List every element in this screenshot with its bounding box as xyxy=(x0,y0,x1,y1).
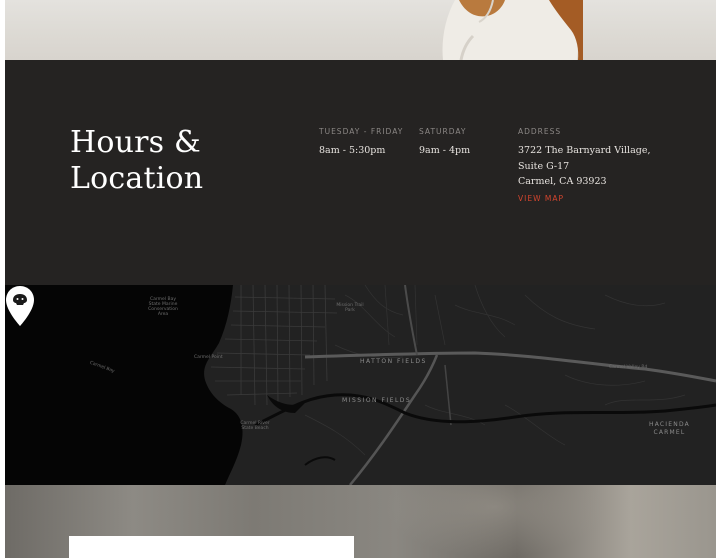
saturday-hours-heading: Saturday xyxy=(419,127,467,136)
address-line-1: 3722 The Barnyard Village, xyxy=(518,145,651,156)
title-line-1: Hours & xyxy=(70,125,201,160)
map-label-hacienda-carmel: Hacienda Carmel xyxy=(649,421,690,437)
hours-location-title: Hours & Location xyxy=(70,125,290,197)
page-frame: Hours & Location Tuesday - Friday 8am - … xyxy=(5,0,716,558)
view-map-link[interactable]: View Map xyxy=(518,194,564,203)
photo-blur-highlight xyxy=(385,485,605,558)
weekday-hours-value: 8am - 5:30pm xyxy=(319,145,386,156)
hero-photo xyxy=(5,0,716,60)
map-pin-icon[interactable] xyxy=(5,285,35,327)
saturday-hours-value: 9am - 4pm xyxy=(419,145,471,156)
map-label-carmel-river-beach: Carmel River State Beach xyxy=(240,421,270,431)
address-heading: Address xyxy=(518,127,562,136)
map-canvas xyxy=(5,285,716,485)
map-label-carmel-valley-rd: Carmel Valley Rd xyxy=(609,365,648,370)
map-label-carmel-bay-conservation: Carmel Bay State Marine Conservation Are… xyxy=(148,297,178,317)
address-line-2: Suite G-17 xyxy=(518,160,570,172)
title-line-2: Location xyxy=(70,161,204,196)
map-label-mission-trail: Mission Trail Park xyxy=(336,303,364,313)
map-label-hatton-fields: Hatton Fields xyxy=(360,358,427,365)
map-label-mission-fields: Mission Fields xyxy=(342,397,412,404)
address-block: 3722 The Barnyard Village, Suite G-17 Ca… xyxy=(518,143,650,190)
address-line-3: Carmel, CA 93923 xyxy=(518,176,607,187)
dog-photo xyxy=(442,0,583,60)
hacienda-line-1: Hacienda xyxy=(649,421,690,428)
content-card xyxy=(69,536,354,558)
location-map[interactable]: Hatton Fields Mission Fields Hacienda Ca… xyxy=(5,285,716,485)
hacienda-line-2: Carmel xyxy=(653,429,686,436)
hours-location-section: Hours & Location Tuesday - Friday 8am - … xyxy=(5,60,716,285)
weekday-hours-heading: Tuesday - Friday xyxy=(319,127,404,136)
bottom-photo xyxy=(5,485,716,558)
map-label-carmel-point: Carmel Point xyxy=(194,355,223,360)
